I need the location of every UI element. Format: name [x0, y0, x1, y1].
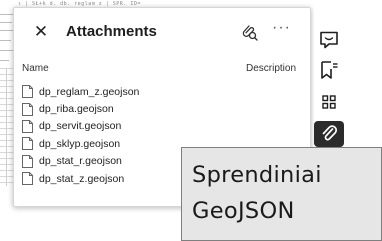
file-icon — [22, 154, 33, 168]
attachment-name: dp_reglam_z.geojson — [39, 85, 140, 98]
close-icon: ✕ — [33, 22, 49, 41]
file-icon — [22, 85, 33, 99]
attachment-item[interactable]: dp_riba.geojson — [22, 100, 302, 117]
attachment-name: dp_stat_r.geojson — [39, 155, 122, 168]
attachment-icon — [322, 125, 338, 141]
file-icon — [22, 172, 33, 186]
attachments-tool-button[interactable] — [314, 121, 344, 147]
add-attachment-button[interactable] — [239, 22, 259, 42]
comment-button[interactable] — [314, 27, 344, 53]
panel-title: Attachments — [66, 23, 157, 40]
panel-header: ✕ Attachments ··· — [14, 8, 310, 56]
more-options-button[interactable]: ··· — [272, 19, 294, 39]
attachment-name: dp_sklyp.geojson — [39, 137, 121, 150]
comment-icon — [320, 31, 338, 49]
bookmarks-button[interactable] — [314, 57, 344, 83]
file-icon — [22, 137, 33, 151]
attachment-name: dp_riba.geojson — [39, 103, 114, 116]
caption-line-2: GeoJSON — [192, 198, 295, 224]
paperclip-search-icon — [242, 25, 258, 41]
bookmark-list-icon — [321, 61, 338, 79]
attachment-item[interactable]: dp_reglam_z.geojson — [22, 83, 302, 100]
caption-box: Sprendiniai GeoJSON — [181, 147, 382, 241]
thumbnails-button[interactable] — [314, 89, 344, 115]
column-header-name[interactable]: Name — [22, 63, 49, 74]
file-icon — [22, 119, 33, 133]
attachment-name: dp_servit.geojson — [39, 120, 122, 133]
column-header-description[interactable]: Description — [246, 63, 296, 74]
thumbnails-icon — [322, 95, 336, 109]
column-headers: Name Description — [14, 63, 310, 79]
caption-line-1: Sprendiniai — [192, 162, 322, 188]
file-icon — [22, 102, 33, 116]
close-button[interactable]: ✕ — [32, 22, 50, 42]
attachment-name: dp_stat_z.geojson — [39, 172, 125, 185]
attachment-item[interactable]: dp_servit.geojson — [22, 118, 302, 135]
